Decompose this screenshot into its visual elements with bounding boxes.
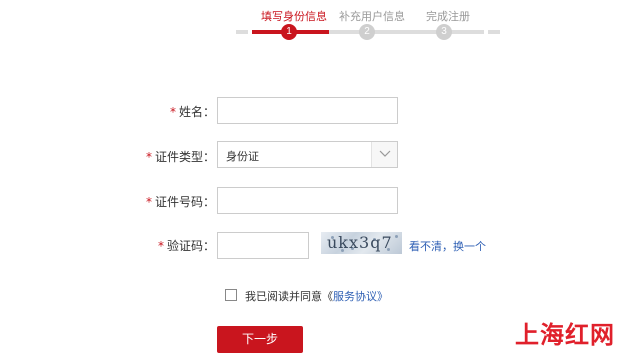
captcha-label: * 验证码： [95, 237, 215, 254]
agreement-prefix: 我已阅读并同意《 [245, 290, 333, 303]
captcha-text: ukx3q7 [327, 233, 393, 252]
id-type-label-text: 证件类型： [154, 150, 215, 164]
agreement-checkbox[interactable] [225, 289, 237, 301]
captcha-input[interactable] [218, 233, 308, 258]
step-1-label: 填写身份信息 [261, 10, 327, 23]
service-agreement-link[interactable]: 服务协议》 [333, 290, 388, 303]
step-2-dot: 2 [359, 24, 375, 40]
step-3-label: 完成注册 [426, 10, 470, 23]
id-number-label: * 证件号码： [95, 193, 215, 210]
required-mark: * [157, 239, 164, 253]
step-3-dot: 3 [436, 24, 452, 40]
id-number-label-text: 证件号码： [154, 195, 215, 209]
progress-track-start [236, 30, 248, 34]
id-number-input[interactable] [218, 188, 397, 213]
id-number-field [217, 187, 398, 214]
chevron-down-icon[interactable] [371, 142, 397, 167]
id-type-label: * 证件类型： [95, 148, 215, 165]
required-mark: * [145, 150, 152, 164]
refresh-captcha-link[interactable]: 看不清，换一个 [409, 238, 486, 254]
name-label: * 姓名： [95, 103, 215, 120]
step-1-dot: 1 [281, 24, 297, 40]
site-watermark: 上海红网 [515, 321, 615, 349]
name-field [217, 97, 398, 124]
required-mark: * [145, 195, 152, 209]
step-2-label: 补充用户信息 [339, 10, 405, 23]
name-input[interactable] [218, 98, 397, 123]
name-label-text: 姓名： [178, 105, 215, 119]
id-type-value: 身份证 [226, 150, 259, 163]
progress-track-remaining [329, 30, 484, 34]
agreement-text: 我已阅读并同意《服务协议》 [245, 288, 388, 304]
captcha-label-text: 验证码： [166, 239, 215, 253]
progress-track-end [488, 30, 500, 34]
captcha-image[interactable]: ukx3q7 [321, 232, 402, 254]
captcha-field [217, 232, 309, 259]
next-button[interactable]: 下一步 [217, 326, 303, 353]
required-mark: * [169, 105, 176, 119]
id-type-select[interactable]: 身份证 [217, 141, 398, 168]
